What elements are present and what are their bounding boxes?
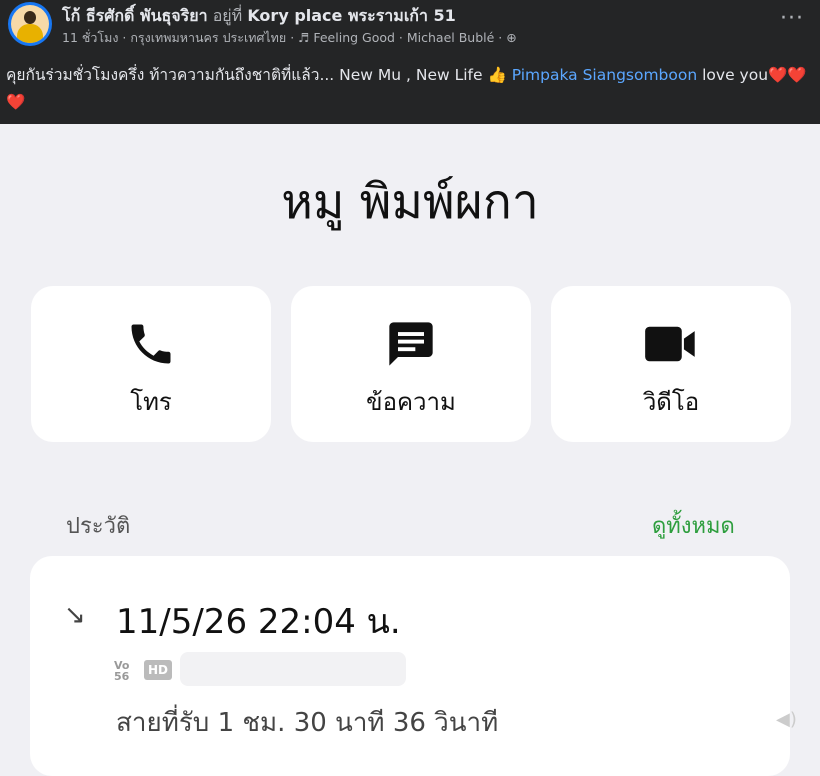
- post-love-text: love you: [697, 66, 769, 84]
- mention-link[interactable]: Pimpaka Siangsomboon: [512, 66, 697, 84]
- message-label: ข้อความ: [366, 388, 456, 416]
- vo5g-badge: Vo 56: [114, 659, 130, 683]
- video-icon: [551, 318, 791, 370]
- contact-screen: หมู พิมพ์ผกา โทร ข้อความ วิดีโอ ประวัติ …: [0, 124, 820, 776]
- call-duration: สายที่รับ 1 ชม. 30 นาที 36 วินาที: [116, 708, 499, 738]
- contact-name: หมู พิมพ์ผกา: [281, 174, 539, 230]
- hd-badge: HD: [144, 660, 172, 680]
- facebook-post-header: โก้ ธีรศักดิ์ พันธุจริยา อยู่ที่ Kory pl…: [0, 0, 820, 124]
- call-datetime: 11/5/26 22:04 น.: [116, 602, 401, 642]
- incoming-call-arrow-icon: ↘: [64, 600, 86, 630]
- message-button[interactable]: ข้อความ: [291, 286, 531, 442]
- music-icon: ♬: [298, 30, 314, 45]
- thumbs-up-emoji-icon: 👍: [487, 66, 507, 84]
- call-history-entry[interactable]: ↘ 11/5/26 22:04 น. Vo 56 HD สายที่รับ 1 ช…: [30, 556, 797, 776]
- globe-icon: ⊕: [506, 30, 517, 45]
- call-label: โทร: [130, 388, 172, 416]
- call-button[interactable]: โทร: [31, 286, 271, 442]
- post-meta: 11 ชั่วโมง · กรุงเทพมหานคร ประเทศไทย · ♬…: [62, 28, 517, 48]
- post-title-line: โก้ ธีรศักดิ์ พันธุจริยา อยู่ที่ Kory pl…: [62, 4, 456, 29]
- blurred-number: [180, 652, 406, 686]
- phone-icon: [31, 318, 271, 370]
- more-options-button[interactable]: ···: [780, 6, 804, 31]
- message-icon: [291, 318, 531, 370]
- see-all-link[interactable]: ดูทั้งหมด: [652, 508, 735, 543]
- post-body: คุยกันร่วมชั่วโมงครึ่ง ท้าวความกันถึงชาต…: [6, 66, 488, 84]
- video-label: วิดีโอ: [642, 388, 700, 416]
- author-name[interactable]: โก้ ธีรศักดิ์ พันธุจริยา: [62, 6, 208, 25]
- music-title[interactable]: Feeling Good · Michael Bublé ·: [313, 30, 506, 45]
- speaker-icon: ◀): [776, 709, 797, 730]
- at-text: อยู่ที่: [212, 6, 243, 25]
- video-button[interactable]: วิดีโอ: [551, 286, 791, 442]
- post-text: คุยกันร่วมชั่วโมงครึ่ง ท้าวความกันถึงชาต…: [6, 62, 814, 116]
- history-heading: ประวัติ: [66, 514, 131, 539]
- author-avatar[interactable]: [8, 2, 52, 46]
- post-time[interactable]: 11 ชั่วโมง · กรุงเทพมหานคร ประเทศไทย ·: [62, 30, 298, 45]
- avatar-photo: [11, 5, 49, 43]
- check-in-place[interactable]: Kory place พระรามเก้า 51: [247, 6, 455, 25]
